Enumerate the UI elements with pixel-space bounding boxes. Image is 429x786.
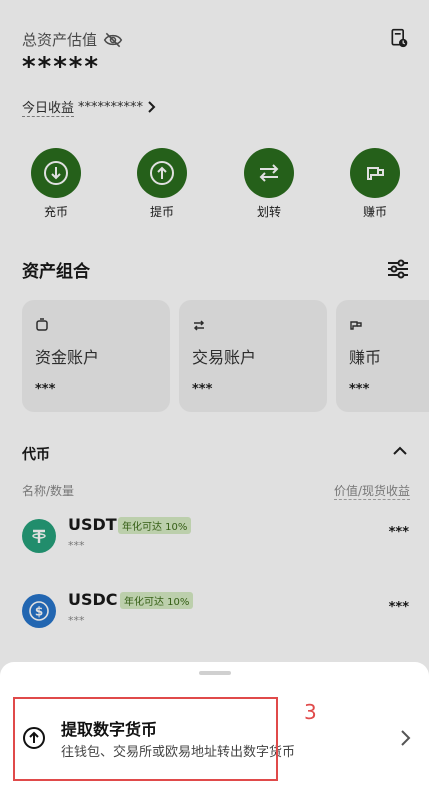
sheet-drag-handle[interactable] xyxy=(199,671,231,675)
annotation-step-number: 3 xyxy=(304,700,317,724)
annotation-highlight-box xyxy=(13,697,278,781)
chevron-right-icon xyxy=(401,730,411,746)
